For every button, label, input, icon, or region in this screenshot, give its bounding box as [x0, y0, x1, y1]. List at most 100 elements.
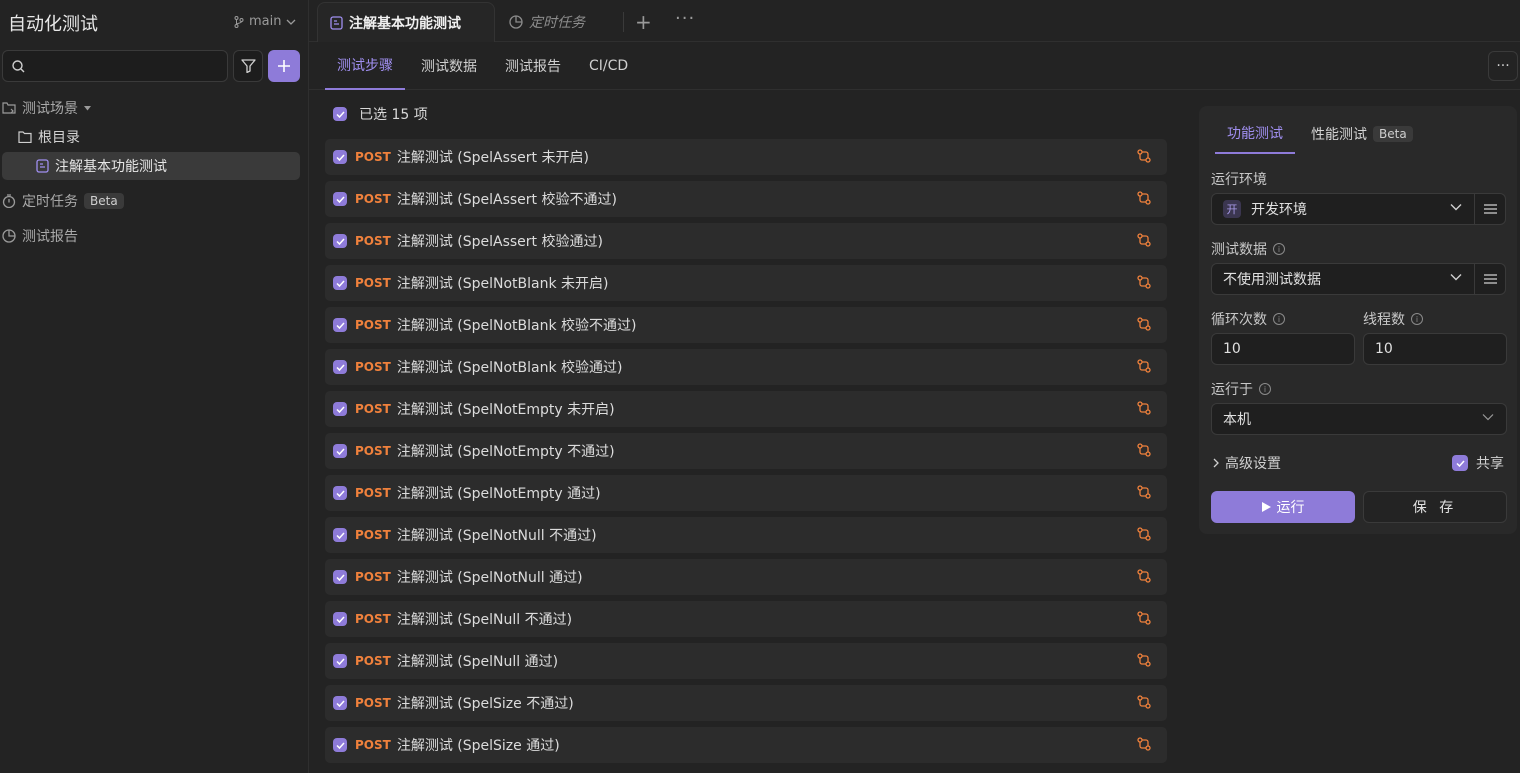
- menu-lines-icon: [1483, 274, 1497, 284]
- app-title: 自动化测试: [8, 14, 98, 35]
- link-sync-icon[interactable]: [1137, 317, 1151, 331]
- runon-select[interactable]: 本机: [1211, 403, 1507, 435]
- test-data-select[interactable]: 不使用测试数据: [1211, 263, 1475, 295]
- chevron-down-icon: [286, 19, 296, 25]
- chevron-down-icon: [1450, 203, 1462, 211]
- sidebar-item-root[interactable]: 根目录: [18, 123, 80, 151]
- link-sync-icon[interactable]: [1137, 275, 1151, 289]
- checkbox-checked-icon[interactable]: [333, 402, 347, 416]
- checkbox-checked-icon[interactable]: [333, 696, 347, 710]
- test-step-row[interactable]: POST 注解测试 (SpelNull 不通过): [325, 601, 1167, 637]
- info-icon: i: [1259, 383, 1271, 395]
- link-sync-icon[interactable]: [1137, 611, 1151, 625]
- loops-input[interactable]: 10: [1211, 333, 1355, 365]
- test-data-manage-button[interactable]: [1474, 263, 1506, 295]
- link-sync-icon[interactable]: [1137, 443, 1151, 457]
- test-step-row[interactable]: POST 注解测试 (SpelNotEmpty 未开启): [325, 391, 1167, 427]
- checkbox-checked-icon[interactable]: [333, 150, 347, 164]
- info-icon: i: [1273, 243, 1285, 255]
- checkbox-checked-icon[interactable]: [333, 234, 347, 248]
- checkbox-checked-icon[interactable]: [333, 738, 347, 752]
- checkbox-checked-icon[interactable]: [333, 360, 347, 374]
- http-method-badge: POST: [355, 150, 391, 164]
- tab-performance-test[interactable]: 性能测试 Beta: [1311, 114, 1413, 154]
- checkbox-checked-icon[interactable]: [333, 192, 347, 206]
- env-select[interactable]: 开 开发环境: [1211, 193, 1475, 225]
- test-step-row[interactable]: POST 注解测试 (SpelNull 通过): [325, 643, 1167, 679]
- play-icon: [1261, 502, 1271, 512]
- select-all-row[interactable]: 已选 15 项: [333, 104, 428, 124]
- tab-test-data[interactable]: 测试数据: [421, 42, 477, 90]
- sidebar-item-reports[interactable]: 测试报告: [2, 222, 78, 250]
- checkbox-checked-icon[interactable]: [333, 444, 347, 458]
- checkbox-checked-icon[interactable]: [1452, 455, 1468, 471]
- test-step-row[interactable]: POST 注解测试 (SpelSize 不通过): [325, 685, 1167, 721]
- tab-label: 定时任务: [529, 15, 585, 31]
- checkbox-checked-icon[interactable]: [333, 276, 347, 290]
- test-step-row[interactable]: POST 注解测试 (SpelAssert 校验不通过): [325, 181, 1167, 217]
- link-sync-icon[interactable]: [1137, 653, 1151, 667]
- branch-selector[interactable]: main: [234, 14, 296, 29]
- search-input[interactable]: [31, 58, 221, 74]
- more-options-button[interactable]: ···: [1488, 51, 1518, 81]
- checkbox-checked-icon[interactable]: [333, 654, 347, 668]
- sidebar-item-schedule[interactable]: 定时任务 Beta: [2, 187, 124, 215]
- tab-active-scene[interactable]: 注解基本功能测试: [317, 2, 495, 42]
- add-button[interactable]: [268, 50, 300, 82]
- tabs-more-icon[interactable]: ···: [675, 8, 695, 29]
- checkbox-checked-icon[interactable]: [333, 528, 347, 542]
- label-text: 线程数: [1363, 312, 1405, 328]
- filter-button[interactable]: [233, 50, 263, 82]
- link-sync-icon[interactable]: [1137, 695, 1151, 709]
- save-button[interactable]: 保 存: [1363, 491, 1507, 523]
- link-sync-icon[interactable]: [1137, 485, 1151, 499]
- step-name: 注解测试 (SpelSize 不通过): [396, 696, 574, 712]
- tab-cicd[interactable]: CI/CD: [589, 42, 628, 90]
- test-step-row[interactable]: POST 注解测试 (SpelNotEmpty 不通过): [325, 433, 1167, 469]
- step-name: 注解测试 (SpelNotEmpty 未开启): [396, 402, 615, 418]
- link-sync-icon[interactable]: [1137, 569, 1151, 583]
- sidebar-item-active-scene[interactable]: 注解基本功能测试: [2, 152, 300, 180]
- test-step-row[interactable]: POST 注解测试 (SpelNotBlank 未开启): [325, 265, 1167, 301]
- env-manage-button[interactable]: [1474, 193, 1506, 225]
- tab-test-report[interactable]: 测试报告: [505, 42, 561, 90]
- test-step-row[interactable]: POST 注解测试 (SpelAssert 未开启): [325, 139, 1167, 175]
- share-checkbox[interactable]: 共享: [1452, 453, 1504, 473]
- checkbox-checked-icon[interactable]: [333, 486, 347, 500]
- checkbox-checked-icon[interactable]: [333, 107, 347, 121]
- checkbox-checked-icon[interactable]: [333, 612, 347, 626]
- run-label: 运行: [1276, 500, 1305, 516]
- http-method-badge: POST: [355, 444, 391, 458]
- http-method-badge: POST: [355, 276, 391, 290]
- env-chip: 开: [1223, 200, 1241, 218]
- sidebar-item-label: 根目录: [38, 130, 80, 146]
- advanced-settings-toggle[interactable]: 高级设置: [1213, 453, 1281, 473]
- checkbox-checked-icon[interactable]: [333, 570, 347, 584]
- test-step-row[interactable]: POST 注解测试 (SpelNotNull 不通过): [325, 517, 1167, 553]
- run-button[interactable]: 运行: [1211, 491, 1355, 523]
- link-sync-icon[interactable]: [1137, 401, 1151, 415]
- new-tab-plus-icon[interactable]: +: [635, 10, 652, 34]
- link-sync-icon[interactable]: [1137, 233, 1151, 247]
- checkbox-checked-icon[interactable]: [333, 318, 347, 332]
- sidebar-item-scenes[interactable]: 测试场景: [2, 94, 91, 122]
- test-step-row[interactable]: POST 注解测试 (SpelNotBlank 校验通过): [325, 349, 1167, 385]
- search-box[interactable]: [2, 50, 228, 82]
- test-step-row[interactable]: POST 注解测试 (SpelNotEmpty 通过): [325, 475, 1167, 511]
- tab-functional-test[interactable]: 功能测试: [1215, 114, 1295, 154]
- link-sync-icon[interactable]: [1137, 149, 1151, 163]
- test-step-row[interactable]: POST 注解测试 (SpelAssert 校验通过): [325, 223, 1167, 259]
- tab-schedule[interactable]: 定时任务: [509, 2, 585, 42]
- threads-input[interactable]: 10: [1363, 333, 1507, 365]
- test-step-row[interactable]: POST 注解测试 (SpelNotNull 通过): [325, 559, 1167, 595]
- tab-test-steps[interactable]: 测试步骤: [325, 42, 405, 90]
- menu-lines-icon: [1483, 204, 1497, 214]
- test-step-row[interactable]: POST 注解测试 (SpelSize 通过): [325, 727, 1167, 763]
- step-name: 注解测试 (SpelNotNull 通过): [396, 570, 583, 586]
- link-sync-icon[interactable]: [1137, 191, 1151, 205]
- step-name: 注解测试 (SpelSize 通过): [396, 738, 560, 754]
- link-sync-icon[interactable]: [1137, 359, 1151, 373]
- link-sync-icon[interactable]: [1137, 527, 1151, 541]
- test-step-row[interactable]: POST 注解测试 (SpelNotBlank 校验不通过): [325, 307, 1167, 343]
- link-sync-icon[interactable]: [1137, 737, 1151, 751]
